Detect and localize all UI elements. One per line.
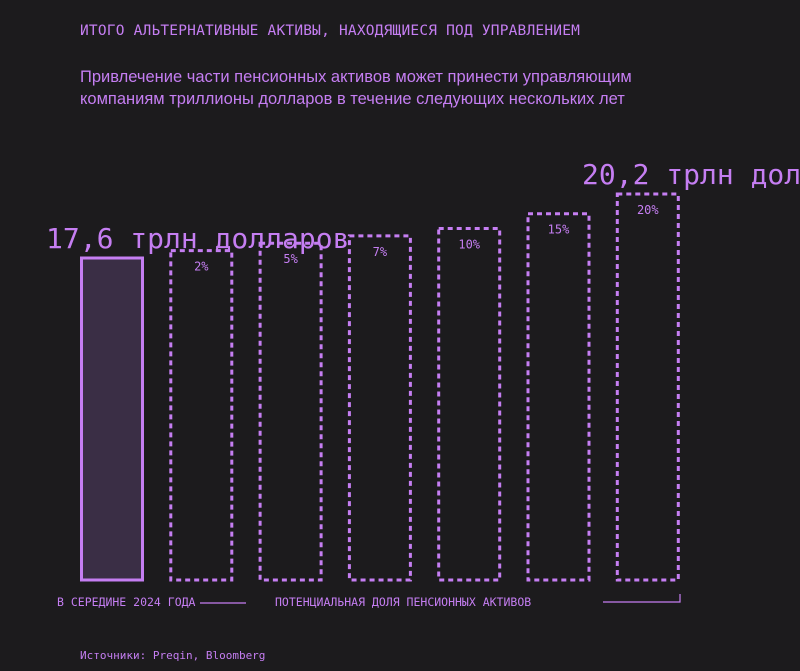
bar-6 [615, 192, 680, 582]
x-label-right-bracket [603, 594, 681, 603]
bar-label-1: 2% [194, 260, 209, 274]
bar-4 [437, 226, 502, 582]
bar-0 [80, 256, 144, 582]
annotation-0: 17,6 трлн долларов [46, 222, 349, 255]
x-label-right: ПОТЕНЦИАЛЬНАЯ ДОЛЯ ПЕНСИОННЫХ АКТИВОВ [275, 595, 531, 609]
bar-5 [526, 212, 591, 582]
bar-label-4: 10% [458, 237, 480, 251]
bar-1 [169, 249, 234, 582]
bar-label-3: 7% [373, 245, 388, 259]
x-label-left: В СЕРЕДИНЕ 2024 ГОДА [57, 595, 196, 609]
annotation-1: 20,2 трлн долларов [582, 158, 800, 191]
bar-3 [347, 234, 412, 582]
bar-label-5: 15% [548, 223, 570, 237]
bar-2 [258, 241, 323, 582]
bar-chart: 2%5%7%10%15%20%17,6 трлн долларов20,2 тр… [46, 158, 800, 609]
source-note: Источники: Preqin, Bloomberg [80, 649, 266, 662]
bar-label-6: 20% [637, 203, 659, 217]
